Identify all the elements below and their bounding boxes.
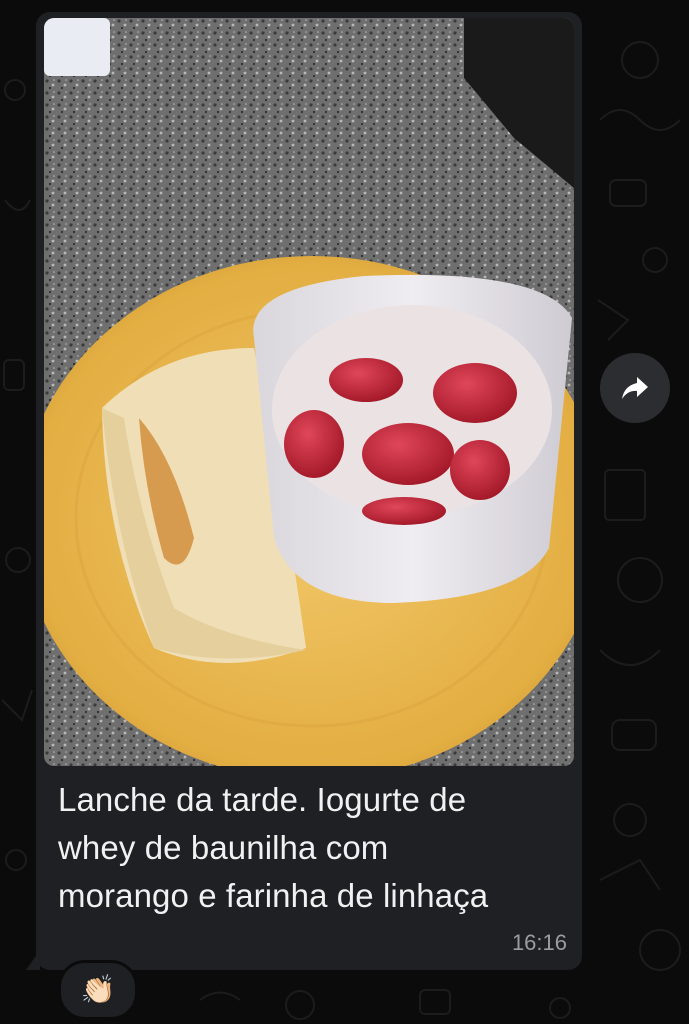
clapping-hands-icon: 👏🏻 bbox=[80, 974, 116, 1005]
photo-image bbox=[44, 18, 574, 766]
message-timestamp: 16:16 bbox=[511, 930, 567, 955]
caption-line: whey de baunilha com bbox=[58, 829, 389, 866]
caption-line: morango e farinha de linhaça bbox=[58, 877, 489, 914]
message-photo[interactable] bbox=[44, 18, 574, 766]
forward-arrow-icon bbox=[622, 377, 648, 399]
bubble-tail bbox=[26, 950, 40, 970]
caption-line: Lanche da tarde. Iogurte de bbox=[58, 781, 467, 818]
reaction-badge[interactable]: 👏🏻 bbox=[58, 960, 138, 1020]
message-caption: Lanche da tarde. Iogurte de whey de baun… bbox=[58, 776, 568, 920]
forward-button[interactable] bbox=[600, 353, 670, 423]
